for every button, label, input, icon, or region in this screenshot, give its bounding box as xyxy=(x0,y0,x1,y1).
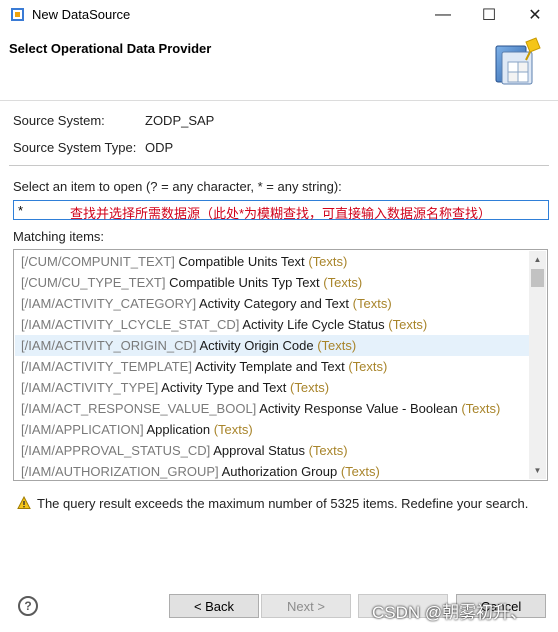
item-type: (Texts) xyxy=(323,275,363,290)
scrollbar-thumb[interactable] xyxy=(531,269,544,287)
item-technical-name: [/CUM/COMPUNIT_TEXT] xyxy=(21,254,175,269)
maximize-icon: ☐ xyxy=(481,7,497,24)
list-item[interactable]: [/IAM/ACTIVITY_TEMPLATE] Activity Templa… xyxy=(15,356,530,377)
finish-button[interactable] xyxy=(358,594,448,618)
list-item-selected[interactable]: [/IAM/ACTIVITY_ORIGIN_CD] Activity Origi… xyxy=(15,335,530,356)
search-input[interactable]: * 查找并选择所需数据源（此处*为模糊查找，可直接输入数据源名称查找） xyxy=(13,200,549,221)
scroll-down-icon[interactable]: ▼ xyxy=(529,462,546,479)
close-button[interactable]: ✕ xyxy=(512,0,558,30)
warning-message: The query result exceeds the maximum num… xyxy=(37,496,529,511)
section-divider xyxy=(9,165,549,166)
window-title: New DataSource xyxy=(32,7,131,22)
back-button-label: < Back xyxy=(193,598,235,614)
datasource-wizard-icon xyxy=(495,37,541,85)
item-type: (Texts) xyxy=(348,359,388,374)
item-description: Activity Life Cycle Status xyxy=(242,317,385,332)
wizard-header: Select Operational Data Provider xyxy=(0,30,558,101)
list-scrollbar[interactable]: ▲ ▼ xyxy=(529,251,546,479)
item-description: Application xyxy=(146,422,211,437)
help-button[interactable]: ? xyxy=(18,596,38,616)
list-item[interactable]: [/CUM/CU_TYPE_TEXT] Compatible Units Typ… xyxy=(15,272,530,293)
item-technical-name: [/IAM/ACTIVITY_TEMPLATE] xyxy=(21,359,192,374)
item-type: (Texts) xyxy=(290,380,330,395)
item-description: Activity Category and Text xyxy=(198,296,350,311)
minimize-button[interactable]: — xyxy=(420,0,466,30)
datasource-app-icon xyxy=(11,8,24,21)
search-label: Select an item to open (? = any characte… xyxy=(13,179,342,194)
item-type: (Texts) xyxy=(388,317,428,332)
item-technical-name: [/IAM/ACTIVITY_LCYCLE_STAT_CD] xyxy=(21,317,240,332)
warning-icon xyxy=(17,496,31,509)
item-technical-name: [/IAM/ACTIVITY_TYPE] xyxy=(21,380,159,395)
source-system-value: ZODP_SAP xyxy=(145,113,215,128)
item-type: (Texts) xyxy=(308,254,348,269)
source-system-type-value: ODP xyxy=(145,140,174,155)
item-type: (Texts) xyxy=(352,296,392,311)
list-item[interactable]: [/IAM/AUTHORIZATION_GROUP] Authorization… xyxy=(15,461,530,480)
minimize-icon: — xyxy=(435,6,451,23)
close-icon: ✕ xyxy=(528,7,542,24)
item-description: Activity Origin Code xyxy=(199,338,314,353)
list-item[interactable]: [/IAM/APPLICATION] Application (Texts) xyxy=(15,419,530,440)
source-system-label: Source System: xyxy=(13,113,105,128)
cancel-button-label: Cancel xyxy=(480,598,522,614)
back-button[interactable]: < Back xyxy=(169,594,259,618)
item-description: Compatible Units Typ Text xyxy=(169,275,320,290)
item-description: Compatible Units Text xyxy=(178,254,305,269)
title-bar: New DataSource — ☐ ✕ xyxy=(0,0,558,30)
cancel-button[interactable]: Cancel xyxy=(456,594,546,618)
item-description: Activity Template and Text xyxy=(194,359,345,374)
list-item[interactable]: [/IAM/ACT_RESPONSE_VALUE_BOOL] Activity … xyxy=(15,398,530,419)
item-description: Authorization Group xyxy=(221,464,338,479)
item-description: Activity Response Value - Boolean xyxy=(259,401,458,416)
list-item[interactable]: [/IAM/ACTIVITY_LCYCLE_STAT_CD] Activity … xyxy=(15,314,530,335)
list-item[interactable]: [/IAM/ACTIVITY_TYPE] Activity Type and T… xyxy=(15,377,530,398)
list-item[interactable]: [/CUM/COMPUNIT_TEXT] Compatible Units Te… xyxy=(15,251,530,272)
search-input-value: * xyxy=(18,203,24,218)
item-type: (Texts) xyxy=(213,422,253,437)
page-title: Select Operational Data Provider xyxy=(9,41,212,56)
item-type: (Texts) xyxy=(461,401,501,416)
next-button[interactable]: Next > xyxy=(261,594,351,618)
item-technical-name: [/IAM/AUTHORIZATION_GROUP] xyxy=(21,464,219,479)
help-icon: ? xyxy=(24,599,32,613)
item-type: (Texts) xyxy=(317,338,357,353)
item-type: (Texts) xyxy=(308,443,348,458)
item-description: Approval Status xyxy=(213,443,305,458)
item-technical-name: [/CUM/CU_TYPE_TEXT] xyxy=(21,275,166,290)
matching-items-list[interactable]: [/CUM/COMPUNIT_TEXT] Compatible Units Te… xyxy=(13,249,548,481)
search-annotation: 查找并选择所需数据源（此处*为模糊查找，可直接输入数据源名称查找） xyxy=(70,206,492,221)
list-item[interactable]: [/IAM/APPROVAL_STATUS_CD] Approval Statu… xyxy=(15,440,530,461)
matching-items-label: Matching items: xyxy=(13,229,105,244)
next-button-label: Next > xyxy=(287,598,325,614)
item-technical-name: [/IAM/APPROVAL_STATUS_CD] xyxy=(21,443,211,458)
item-technical-name: [/IAM/APPLICATION] xyxy=(21,422,144,437)
scroll-up-icon[interactable]: ▲ xyxy=(529,251,546,268)
list-item[interactable]: [/IAM/ACTIVITY_CATEGORY] Activity Catego… xyxy=(15,293,530,314)
maximize-button[interactable]: ☐ xyxy=(466,0,512,30)
item-technical-name: [/IAM/ACT_RESPONSE_VALUE_BOOL] xyxy=(21,401,257,416)
item-type: (Texts) xyxy=(340,464,380,479)
item-description: Activity Type and Text xyxy=(161,380,287,395)
item-technical-name: [/IAM/ACTIVITY_ORIGIN_CD] xyxy=(21,338,197,353)
item-technical-name: [/IAM/ACTIVITY_CATEGORY] xyxy=(21,296,197,311)
source-system-type-label: Source System Type: xyxy=(13,140,137,155)
